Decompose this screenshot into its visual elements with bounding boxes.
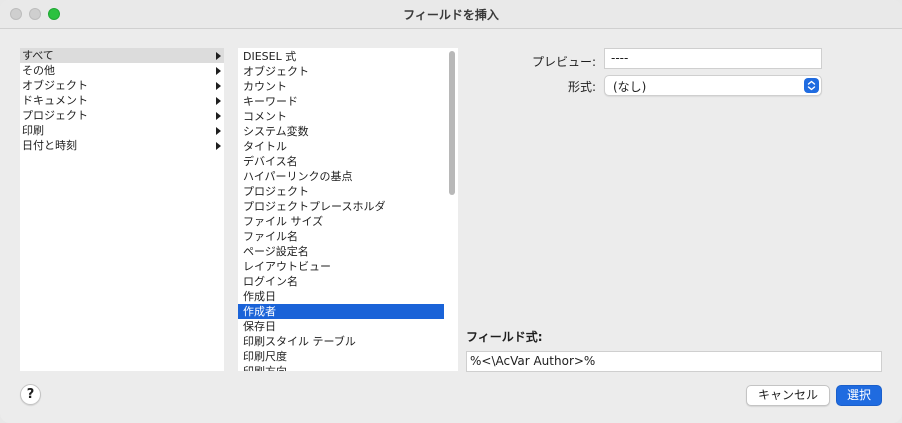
category-item[interactable]: プロジェクト xyxy=(20,108,224,123)
category-item[interactable]: オブジェクト xyxy=(20,78,224,93)
help-button[interactable]: ? xyxy=(20,384,41,405)
preview-label: プレビュー: xyxy=(531,55,596,69)
insert-field-dialog: フィールドを挿入 すべて その他 オブジェクト ドキュメント プロジェクト 印刷 日付と時刻… xyxy=(0,0,902,423)
field-item[interactable]: 作成者 xyxy=(238,304,444,319)
field-item[interactable]: システム変数 xyxy=(238,124,444,139)
category-item-label: 日付と時刻 xyxy=(22,139,77,152)
triangle-right-icon xyxy=(216,52,221,60)
field-item[interactable]: キーワード xyxy=(238,94,444,109)
preview-field: ---- xyxy=(604,48,822,69)
field-item[interactable]: 作成日 xyxy=(238,289,444,304)
field-item[interactable]: ファイル サイズ xyxy=(238,214,444,229)
field-item[interactable]: レイアウトビュー xyxy=(238,259,444,274)
field-item[interactable]: プロジェクト xyxy=(238,184,444,199)
field-item[interactable]: コメント xyxy=(238,109,444,124)
title-bar: フィールドを挿入 xyxy=(0,0,902,29)
category-item[interactable]: ドキュメント xyxy=(20,93,224,108)
category-item-label: プロジェクト xyxy=(22,109,88,122)
field-item[interactable]: ファイル名 xyxy=(238,229,444,244)
field-item[interactable]: DIESEL 式 xyxy=(238,49,444,64)
field-item[interactable]: ページ設定名 xyxy=(238,244,444,259)
chevron-up-down-icon xyxy=(804,78,819,93)
category-item[interactable]: その他 xyxy=(20,63,224,78)
triangle-right-icon xyxy=(216,67,221,75)
category-item[interactable]: 日付と時刻 xyxy=(20,138,224,153)
dialog-title: フィールドを挿入 xyxy=(403,8,499,22)
select-button[interactable]: 選択 xyxy=(836,385,882,406)
category-item-label: ドキュメント xyxy=(22,94,88,107)
triangle-right-icon xyxy=(216,97,221,105)
format-label: 形式: xyxy=(567,80,596,94)
triangle-right-icon xyxy=(216,112,221,120)
category-item-label: その他 xyxy=(22,64,55,77)
field-item[interactable]: デバイス名 xyxy=(238,154,444,169)
field-expression-label: フィールド式: xyxy=(466,330,543,344)
field-expression-field[interactable]: %<\AcVar Author>% xyxy=(466,351,882,372)
field-item[interactable]: ログイン名 xyxy=(238,274,444,289)
field-item[interactable]: 印刷スタイル テーブル xyxy=(238,334,444,349)
category-item[interactable]: 印刷 xyxy=(20,123,224,138)
category-item-label: オブジェクト xyxy=(22,79,88,92)
triangle-right-icon xyxy=(216,127,221,135)
field-list-scrollbar[interactable] xyxy=(446,48,458,371)
format-select-value: (なし) xyxy=(613,80,647,94)
field-item[interactable]: タイトル xyxy=(238,139,444,154)
triangle-right-icon xyxy=(216,82,221,90)
field-item[interactable]: カウント xyxy=(238,79,444,94)
field-item[interactable]: プロジェクトプレースホルダ xyxy=(238,199,444,214)
field-item[interactable]: 印刷尺度 xyxy=(238,349,444,364)
field-item[interactable]: ハイパーリンクの基点 xyxy=(238,169,444,184)
format-select[interactable]: (なし) xyxy=(604,75,822,96)
scrollbar-thumb[interactable] xyxy=(449,51,455,195)
category-item-label: すべて xyxy=(22,49,54,62)
field-name-list[interactable]: DIESEL 式オブジェクト カウント キーワード コメント システム変数 タイトル デバイ… xyxy=(238,48,458,371)
field-category-list[interactable]: すべてその他オブジェクト ドキュメント プロジェクト 印刷日付と時刻 xyxy=(20,48,224,371)
field-item[interactable]: 印刷方向 xyxy=(238,364,444,371)
field-item[interactable]: 保存日 xyxy=(238,319,444,334)
field-item[interactable]: オブジェクト xyxy=(238,64,444,79)
triangle-right-icon xyxy=(216,142,221,150)
cancel-button[interactable]: キャンセル xyxy=(746,385,830,406)
category-item-label: 印刷 xyxy=(22,124,44,137)
category-item[interactable]: すべて xyxy=(20,48,224,63)
